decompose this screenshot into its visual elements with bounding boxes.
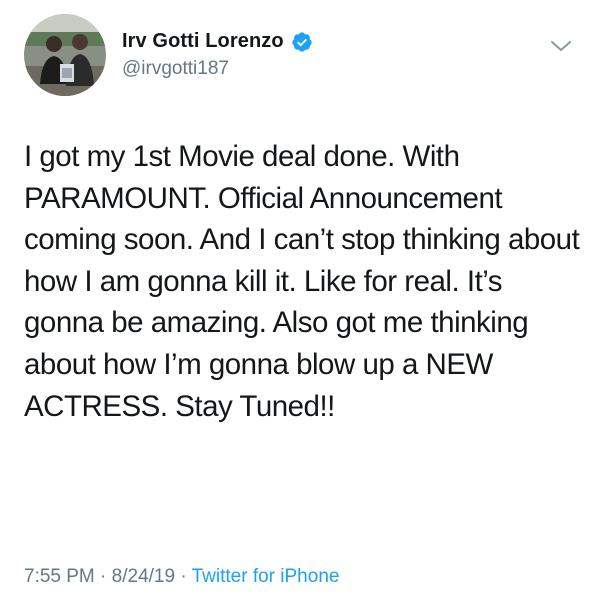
tweet-meta: 7:55 PM · 8/24/19 · Twitter for iPhone xyxy=(24,566,339,588)
separator-dot: · xyxy=(180,566,187,587)
tweet-text: I got my 1st Movie deal done. With PARAM… xyxy=(24,140,580,423)
tweet-date[interactable]: 8/24/19 xyxy=(112,566,175,587)
display-name[interactable]: Irv Gotti Lorenzo xyxy=(122,30,284,53)
tweet-source-link[interactable]: Twitter for iPhone xyxy=(192,566,340,587)
tweet-time[interactable]: 7:55 PM xyxy=(24,566,95,587)
separator-dot: · xyxy=(100,566,107,587)
author-row: Irv Gotti Lorenzo xyxy=(122,30,313,53)
avatar[interactable] xyxy=(24,14,106,96)
avatar-photo xyxy=(24,14,106,96)
verified-badge-icon xyxy=(292,31,312,52)
chevron-down-icon[interactable] xyxy=(548,36,574,56)
handle[interactable]: @irvgotti187 xyxy=(122,58,229,80)
